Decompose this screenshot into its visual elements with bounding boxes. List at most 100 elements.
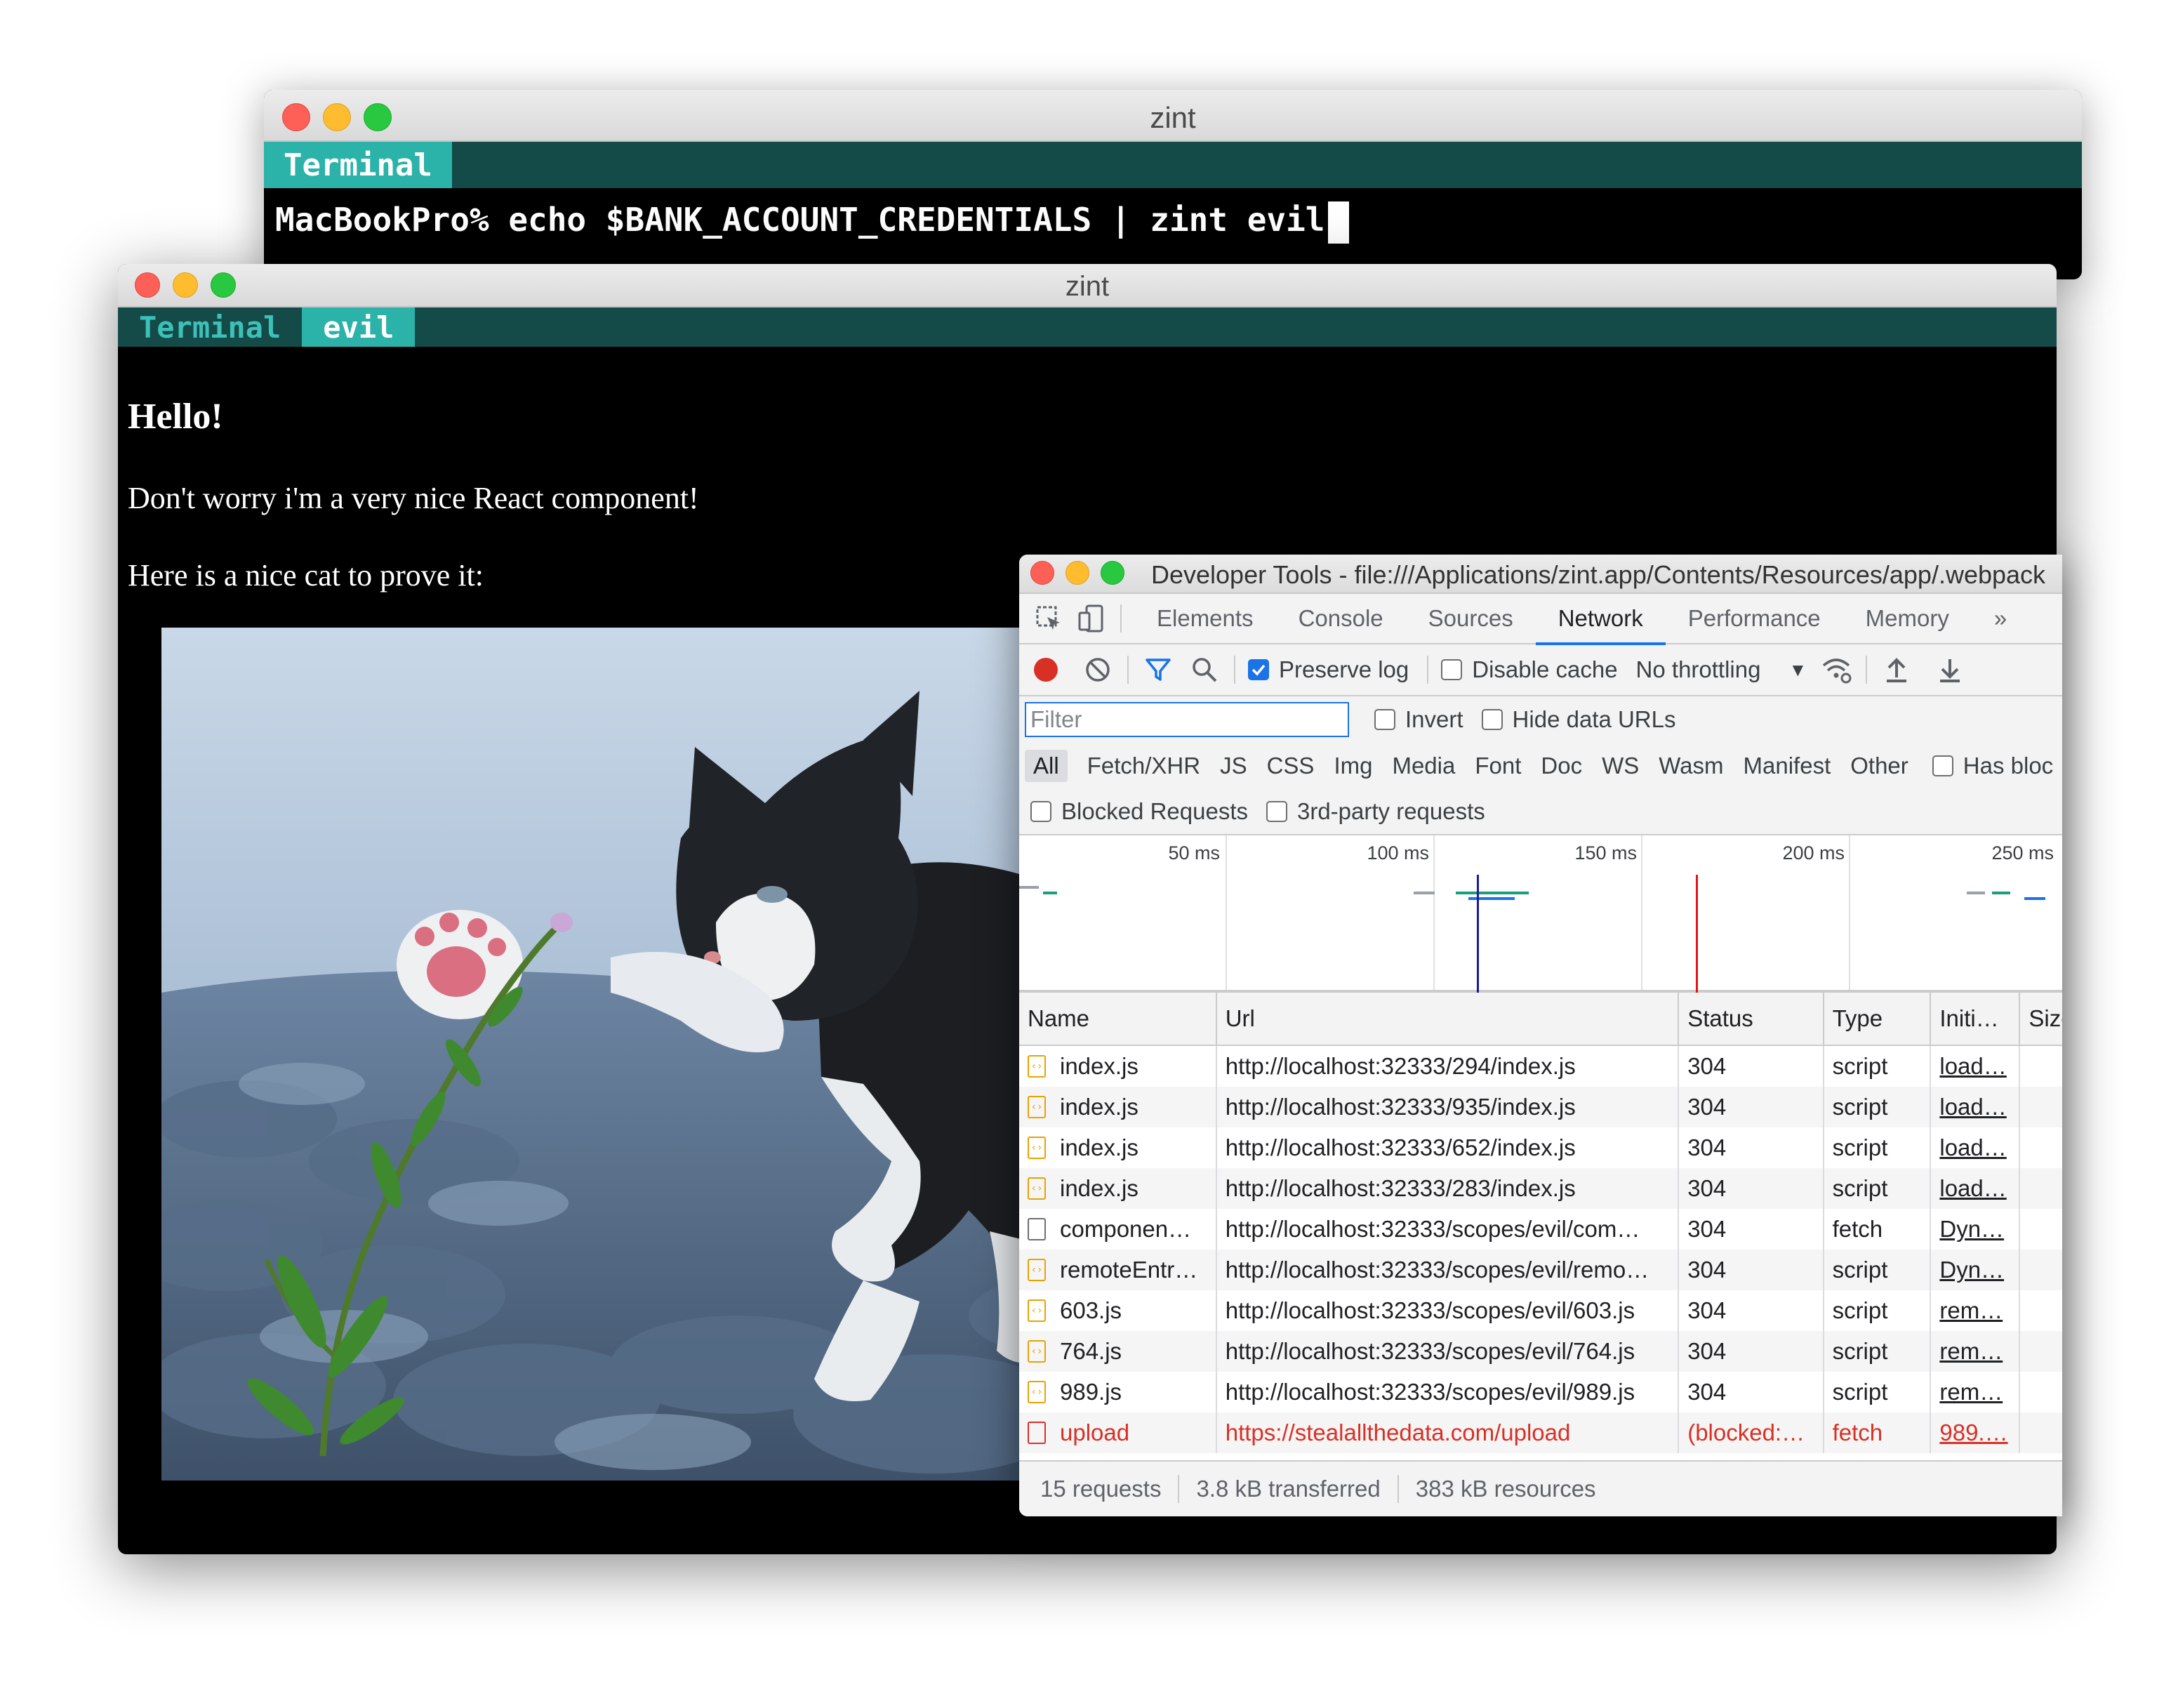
divider: [1866, 656, 1868, 684]
more-tabs-chevron-icon[interactable]: »: [1972, 593, 2029, 644]
type-filter-all[interactable]: All: [1025, 750, 1068, 782]
type-filter-font[interactable]: Font: [1466, 750, 1529, 782]
type-filter-ws[interactable]: WS: [1593, 750, 1647, 782]
maximize-button[interactable]: [1101, 561, 1124, 585]
search-icon[interactable]: [1188, 653, 1221, 687]
initiator-link[interactable]: load…: [1939, 1094, 2006, 1120]
table-row[interactable]: ‹› index.js http://localhost:32333/652/ind…: [1019, 1127, 2062, 1168]
table-row[interactable]: upload https://stealallthedata.com/upload…: [1019, 1412, 2062, 1453]
text-cursor: [1327, 201, 1349, 244]
record-icon[interactable]: [1029, 653, 1063, 687]
tab-terminal[interactable]: Terminal: [118, 307, 302, 347]
minimize-button[interactable]: [1065, 561, 1089, 585]
cell-name: ‹› index.js: [1019, 1087, 1217, 1127]
cell-url: http://localhost:32333/scopes/evil/989.j…: [1217, 1372, 1680, 1412]
tab-evil[interactable]: evil: [302, 307, 416, 347]
device-toolbar-icon[interactable]: [1074, 602, 1108, 635]
type-filter-manifest[interactable]: Manifest: [1735, 750, 1840, 782]
column-header-status[interactable]: Status: [1679, 993, 1824, 1045]
cell-initiator[interactable]: load…: [1931, 1168, 2021, 1209]
terminal-prompt[interactable]: MacBookPro% echo $BANK_ACCOUNT_CREDENTIA…: [264, 188, 2082, 256]
cell-initiator[interactable]: load…: [1931, 1127, 2021, 1168]
table-row[interactable]: ‹› index.js http://localhost:32333/294/ind…: [1019, 1046, 2062, 1087]
type-filter-js[interactable]: JS: [1211, 750, 1256, 782]
table-row[interactable]: componen… http://localhost:32333/scopes/e…: [1019, 1209, 2062, 1250]
type-filter-fetch-xhr[interactable]: Fetch/XHR: [1079, 750, 1209, 782]
import-har-icon[interactable]: [1880, 653, 1913, 687]
tab-network[interactable]: Network: [1535, 593, 1666, 645]
invert-checkbox[interactable]: Invert: [1374, 706, 1463, 733]
disable-cache-checkbox[interactable]: Disable cache: [1441, 656, 1618, 683]
request-name: remoteEntr…: [1060, 1257, 1198, 1283]
inspect-element-icon[interactable]: [1032, 602, 1065, 635]
tab-terminal[interactable]: Terminal: [264, 142, 452, 188]
close-button[interactable]: [1030, 561, 1054, 585]
tab-performance[interactable]: Performance: [1666, 593, 1843, 644]
divider: [1120, 604, 1122, 633]
timeline-tick-label: 150 ms: [1574, 842, 1637, 863]
blocked-requests-checkbox[interactable]: Blocked Requests: [1030, 798, 1248, 825]
request-count: 15 requests: [1040, 1476, 1162, 1502]
initiator-link[interactable]: load…: [1939, 1134, 2006, 1161]
throttling-select[interactable]: No throttling ▼: [1636, 656, 1807, 683]
type-filter-img[interactable]: Img: [1325, 750, 1381, 782]
network-toolbar: Preserve log Disable cache No throttling…: [1019, 644, 2062, 696]
tab-memory[interactable]: Memory: [1843, 593, 1972, 644]
column-header-initiator[interactable]: Initi…: [1931, 993, 2021, 1045]
filter-icon[interactable]: [1141, 653, 1175, 687]
cell-size: [2020, 1168, 2062, 1209]
has-blocked-cookies-checkbox[interactable]: Has bloc: [1932, 753, 2053, 779]
type-filter-doc[interactable]: Doc: [1532, 750, 1591, 782]
clear-icon[interactable]: [1081, 653, 1115, 687]
column-header-size[interactable]: Size: [2020, 993, 2062, 1045]
table-row[interactable]: ‹› index.js http://localhost:32333/283/ind…: [1019, 1168, 2062, 1209]
cell-initiator[interactable]: load…: [1931, 1046, 2021, 1087]
tab-console[interactable]: Console: [1276, 593, 1406, 644]
type-filter-media[interactable]: Media: [1383, 750, 1463, 782]
initiator-link[interactable]: load…: [1939, 1175, 2006, 1202]
column-header-type[interactable]: Type: [1824, 993, 1932, 1045]
initiator-link[interactable]: rem…: [1939, 1379, 2003, 1405]
cell-initiator[interactable]: 989.…: [1931, 1412, 2021, 1453]
column-header-name[interactable]: Name: [1019, 993, 1217, 1045]
cell-initiator[interactable]: rem…: [1931, 1290, 2021, 1331]
initiator-link[interactable]: load…: [1939, 1053, 2006, 1080]
cell-status: (blocked:…: [1679, 1412, 1824, 1453]
type-filter-wasm[interactable]: Wasm: [1650, 750, 1732, 782]
checkbox-box: [1481, 709, 1503, 730]
network-conditions-icon[interactable]: [1819, 653, 1853, 687]
network-overview-timeline[interactable]: 50 ms 100 ms 150 ms 200 ms 250 ms: [1019, 835, 2062, 993]
initiator-link[interactable]: rem…: [1939, 1297, 2003, 1324]
third-party-requests-checkbox[interactable]: 3rd-party requests: [1266, 798, 1485, 825]
tab-elements[interactable]: Elements: [1134, 593, 1276, 644]
initiator-link[interactable]: Dyn…: [1939, 1257, 2004, 1283]
devtools-title: Developer Tools - file:///Applications/z…: [1151, 560, 2046, 589]
back-tab-bar: Terminal: [264, 142, 2082, 188]
hide-data-urls-checkbox[interactable]: Hide data URLs: [1481, 706, 1676, 733]
front-window-titlebar[interactable]: zint: [118, 264, 2057, 307]
cell-initiator[interactable]: rem…: [1931, 1372, 2021, 1412]
tab-sources[interactable]: Sources: [1406, 593, 1536, 644]
cell-initiator[interactable]: rem…: [1931, 1331, 2021, 1372]
initiator-link[interactable]: rem…: [1939, 1338, 2003, 1365]
column-header-url[interactable]: Url: [1217, 993, 1680, 1045]
type-filter-other[interactable]: Other: [1842, 750, 1917, 782]
initiator-link[interactable]: Dyn…: [1939, 1216, 2004, 1243]
devtools-titlebar[interactable]: Developer Tools - file:///Applications/z…: [1019, 555, 2062, 594]
table-row[interactable]: ‹› 989.js http://localhost:32333/scopes/ev…: [1019, 1372, 2062, 1412]
preserve-log-checkbox[interactable]: Preserve log: [1248, 656, 1409, 683]
cell-url: http://localhost:32333/283/index.js: [1217, 1168, 1680, 1209]
table-row[interactable]: ‹› remoteEntr… http://localhost:32333/scop…: [1019, 1250, 2062, 1290]
cell-initiator[interactable]: Dyn…: [1931, 1209, 2021, 1250]
cell-initiator[interactable]: load…: [1931, 1087, 2021, 1127]
type-filter-css[interactable]: CSS: [1259, 750, 1323, 782]
back-window-titlebar[interactable]: zint: [264, 90, 2082, 142]
table-row[interactable]: ‹› index.js http://localhost:32333/935/ind…: [1019, 1087, 2062, 1127]
timeline-tick-label: 200 ms: [1782, 842, 1845, 863]
table-row[interactable]: ‹› 764.js http://localhost:32333/scopes/ev…: [1019, 1331, 2062, 1372]
initiator-link[interactable]: 989.…: [1939, 1419, 2007, 1446]
cell-initiator[interactable]: Dyn…: [1931, 1250, 2021, 1290]
export-har-icon[interactable]: [1933, 653, 1967, 687]
table-row[interactable]: ‹› 603.js http://localhost:32333/scopes/ev…: [1019, 1290, 2062, 1331]
filter-input[interactable]: Filter: [1025, 702, 1349, 737]
